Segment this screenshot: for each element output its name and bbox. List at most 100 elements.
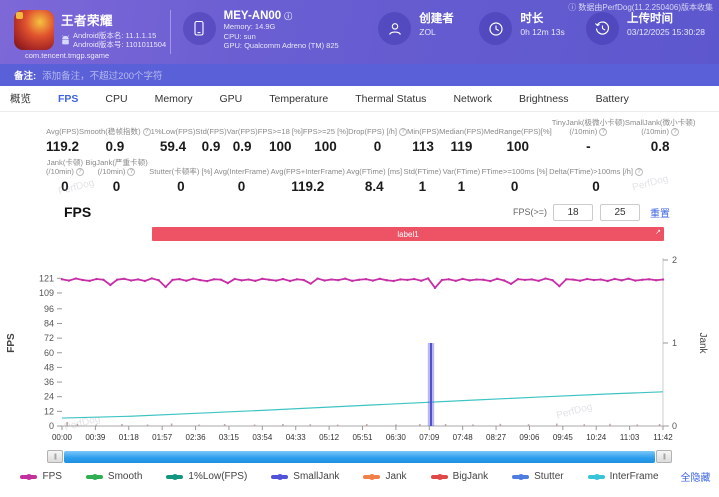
svg-text:06:30: 06:30 xyxy=(386,433,407,442)
game-app-icon xyxy=(14,10,54,50)
tab-battery[interactable]: Battery xyxy=(596,93,629,105)
metric-info-icon[interactable]: ? xyxy=(635,168,643,176)
device-detail-info-icon[interactable]: ⓘ xyxy=(284,12,292,21)
svg-text:84: 84 xyxy=(44,318,54,328)
metric-cell: TinyJank(极微小卡顿)(/10min)?- xyxy=(552,119,625,154)
fps-threshold-label: FPS(>=) xyxy=(513,207,547,217)
legend-label: Jank xyxy=(385,471,406,482)
metric-value: 113 xyxy=(412,139,434,154)
metric-info-icon[interactable]: ? xyxy=(76,168,84,176)
svg-text:121: 121 xyxy=(39,273,54,283)
legend-item-1-low-fps-[interactable]: 1%Low(FPS) xyxy=(166,471,247,482)
label-banner[interactable]: label1 ↗ xyxy=(152,227,664,241)
legend-item-smalljank[interactable]: SmallJank xyxy=(271,471,339,482)
tab-temperature[interactable]: Temperature xyxy=(269,93,328,105)
device-info: MEY-AN00ⓘ Memory: 14.9G CPU: sun GPU: Qu… xyxy=(183,10,365,51)
svg-text:02:36: 02:36 xyxy=(186,433,207,442)
note-bar[interactable]: 备注: 添加备注，不超过200个字符 xyxy=(0,64,719,86)
svg-text:2: 2 xyxy=(672,255,677,265)
metric-label: Var(FTime) xyxy=(443,159,481,176)
svg-text:03:54: 03:54 xyxy=(252,433,273,442)
banner-resize-icon: ↗ xyxy=(655,228,661,236)
svg-text:08:27: 08:27 xyxy=(486,433,507,442)
metric-info-icon[interactable]: ? xyxy=(671,128,679,136)
tab-network[interactable]: Network xyxy=(453,93,492,105)
metric-value: 59.4 xyxy=(160,139,186,154)
metric-cell: SmallJank(微小卡顿)(/10min)?0.8 xyxy=(625,119,695,154)
legend-item-smooth[interactable]: Smooth xyxy=(86,471,142,482)
metric-info-icon[interactable]: ? xyxy=(599,128,607,136)
svg-text:00:00: 00:00 xyxy=(52,433,73,442)
svg-text:24: 24 xyxy=(44,392,54,402)
legend-item-jank[interactable]: Jank xyxy=(363,471,406,482)
fps-section-header: FPS FPS(>=) 重置 xyxy=(0,196,719,222)
metric-label: Median(FPS) xyxy=(439,119,484,136)
metric-info-icon[interactable]: ? xyxy=(399,128,407,136)
scrollbar-track[interactable] xyxy=(64,451,655,463)
legend-item-fps[interactable]: FPS xyxy=(20,471,61,482)
scrollbar-right-handle[interactable]: ||| xyxy=(656,450,672,463)
metric-label: Min(FPS) xyxy=(407,119,439,136)
metric-label: SmallJank(微小卡顿)(/10min)? xyxy=(625,119,695,136)
tab-thermal-status[interactable]: Thermal Status xyxy=(355,93,426,105)
legend-item-stutter[interactable]: Stutter xyxy=(512,471,563,482)
metric-value: 0.9 xyxy=(233,139,252,154)
tab-memory[interactable]: Memory xyxy=(155,93,193,105)
metric-label: Delta(FTime)>100ms [/h]? xyxy=(549,159,643,176)
legend-item-bigjank[interactable]: BigJank xyxy=(431,471,489,482)
metric-cell: Std(FTime) 1 xyxy=(404,159,442,194)
fps-threshold-input-2[interactable] xyxy=(600,204,640,221)
tab-gpu[interactable]: GPU xyxy=(220,93,243,105)
android-version-name: Android版本名: 11.1.1.15 xyxy=(73,31,166,40)
fps-chart[interactable]: 0122436486072849610912101200:0000:3901:1… xyxy=(0,244,719,442)
metric-cell: Delta(FTime)>100ms [/h]?0 xyxy=(549,159,643,194)
metric-cell: Drop(FPS) [/h]?0 xyxy=(348,119,407,154)
metric-value: 0 xyxy=(374,139,382,154)
tab-概览[interactable]: 概览 xyxy=(10,91,31,106)
svg-text:04:33: 04:33 xyxy=(286,433,307,442)
metric-value: 0 xyxy=(511,179,519,194)
metric-cell: Var(FTime)1 xyxy=(443,159,481,194)
hide-all-link[interactable]: 全隐藏 xyxy=(681,469,711,484)
fps-threshold-input-1[interactable] xyxy=(553,204,593,221)
tab-fps[interactable]: FPS xyxy=(58,93,78,105)
perfdog-report-page: ⓘ 数据由PerfDog(11.2.250406)版本收集 王者荣耀 Andro… xyxy=(0,0,719,497)
banner-label: label1 xyxy=(397,230,418,239)
reset-link[interactable]: 重置 xyxy=(650,205,670,220)
metric-label: Std(FTime) xyxy=(404,159,442,176)
metric-label: Avg(FTime) [ms] xyxy=(346,159,402,176)
upload-value: 03/12/2025 15:30:28 xyxy=(627,28,705,38)
svg-text:07:09: 07:09 xyxy=(419,433,440,442)
svg-text:48: 48 xyxy=(44,362,54,372)
metric-value: 1 xyxy=(419,179,427,194)
metric-value: - xyxy=(586,139,591,154)
tab-cpu[interactable]: CPU xyxy=(105,93,127,105)
metric-value: 119.2 xyxy=(291,179,324,194)
legend-marker-icon xyxy=(166,475,183,479)
metric-cell: Avg(InterFrame)0 xyxy=(214,159,269,194)
metric-info-icon[interactable]: ? xyxy=(127,168,135,176)
creator-info: 创建者 ZOL xyxy=(378,10,465,45)
scrollbar-left-handle[interactable]: ||| xyxy=(47,450,63,463)
legend-marker-icon xyxy=(86,475,103,479)
device-model: MEY-AN00 xyxy=(224,10,282,22)
legend-item-interframe[interactable]: InterFrame xyxy=(588,471,659,482)
metric-label: MedRange(FPS)[%] xyxy=(484,119,552,136)
metric-value: 0 xyxy=(238,179,246,194)
legend-label: InterFrame xyxy=(610,471,659,482)
metric-cell: Smooth(稳帧指数)?0.9 xyxy=(79,119,151,154)
tab-brightness[interactable]: Brightness xyxy=(519,93,569,105)
device-gpu: GPU: Qualcomm Adreno (TM) 825 xyxy=(224,41,339,51)
metric-info-icon[interactable]: ? xyxy=(143,128,151,136)
creator-value: ZOL xyxy=(419,28,454,38)
chart-scrollbar: ||| ||| xyxy=(47,449,672,464)
metric-cell: Avg(FPS)119.2 xyxy=(46,119,79,154)
legend-label: FPS xyxy=(42,471,61,482)
person-icon xyxy=(378,12,411,45)
metric-cell: BigJank(严重卡顿)(/10min)?0 xyxy=(85,159,147,194)
svg-text:96: 96 xyxy=(44,304,54,314)
svg-text:11:03: 11:03 xyxy=(620,433,640,442)
app-info: 王者荣耀 Android版本名: 11.1.1.15 Android版本号: 1… xyxy=(14,10,170,60)
metric-value: 0 xyxy=(61,179,69,194)
svg-text:10:24: 10:24 xyxy=(586,433,607,442)
